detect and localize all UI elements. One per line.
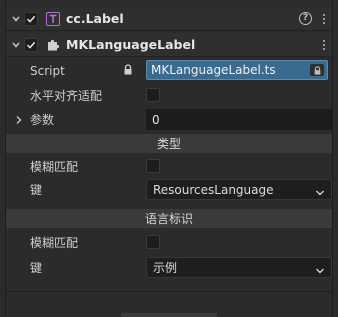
script-asset-name: MKLanguageLabel.ts [151,63,276,77]
puzzle-piece-icon [46,38,60,52]
component-header-cc-label[interactable]: cc.Label ? [6,7,332,31]
property-label: 键 [30,183,43,197]
component-header-mk-language-label[interactable]: MKLanguageLabel [6,33,332,57]
caret-right-icon[interactable] [15,114,23,128]
property-label: 模糊匹配 [30,236,79,250]
property-row-type-key: 键 ResourcesLanguage [6,178,332,201]
property-label: 键 [30,261,43,275]
add-component-button[interactable] [121,313,217,317]
chevron-down-icon [315,186,325,200]
chevron-down-icon [315,264,325,278]
selected-value: 示例 [153,261,178,275]
section-header-type: 类型 [6,134,332,153]
fit-alignment-checkbox[interactable] [146,88,160,102]
kebab-menu-icon[interactable] [322,13,326,24]
section-header-language-id: 语言标识 [6,209,332,228]
collapse-caret-icon[interactable] [8,7,24,31]
property-label: Script [30,63,65,78]
enable-checkbox-cc-label[interactable] [24,11,38,26]
divider [6,291,332,292]
type-fuzzy-match-checkbox[interactable] [146,159,160,173]
lock-icon [123,64,133,78]
help-icon[interactable]: ? [299,12,312,25]
inspector-panel: cc.Label ? MKLanguageLabel Script MKLang… [0,0,338,317]
label-component-icon [46,11,60,26]
property-row-type-fuzzy-match: 模糊匹配 [6,155,332,178]
property-label: 参数 [30,113,55,127]
kebab-menu-icon[interactable] [322,39,326,50]
component-title: cc.Label [66,11,124,26]
component-title: MKLanguageLabel [66,37,196,52]
enable-checkbox-mk-language-label[interactable] [24,37,38,52]
property-row-params: 参数 0 [6,108,332,131]
lang-fuzzy-match-checkbox[interactable] [146,235,160,249]
property-row-lang-key: 键 示例 [6,256,332,279]
lock-icon[interactable] [310,64,324,76]
property-row-script: Script MKLanguageLabel.ts [6,59,332,82]
selected-value: ResourcesLanguage [153,182,274,197]
params-count-field[interactable]: 0 [146,109,332,130]
script-asset-field[interactable]: MKLanguageLabel.ts [146,60,328,80]
property-row-lang-fuzzy-match: 模糊匹配 [6,231,332,254]
property-label: 模糊匹配 [30,160,79,174]
collapse-caret-icon[interactable] [8,33,24,57]
panel-right-border [332,0,333,317]
lang-key-select[interactable]: 示例 [146,257,332,278]
property-row-fit-alignment: 水平对齐适配 [6,84,332,107]
property-label: 水平对齐适配 [30,89,103,103]
type-key-select[interactable]: ResourcesLanguage [146,179,332,200]
